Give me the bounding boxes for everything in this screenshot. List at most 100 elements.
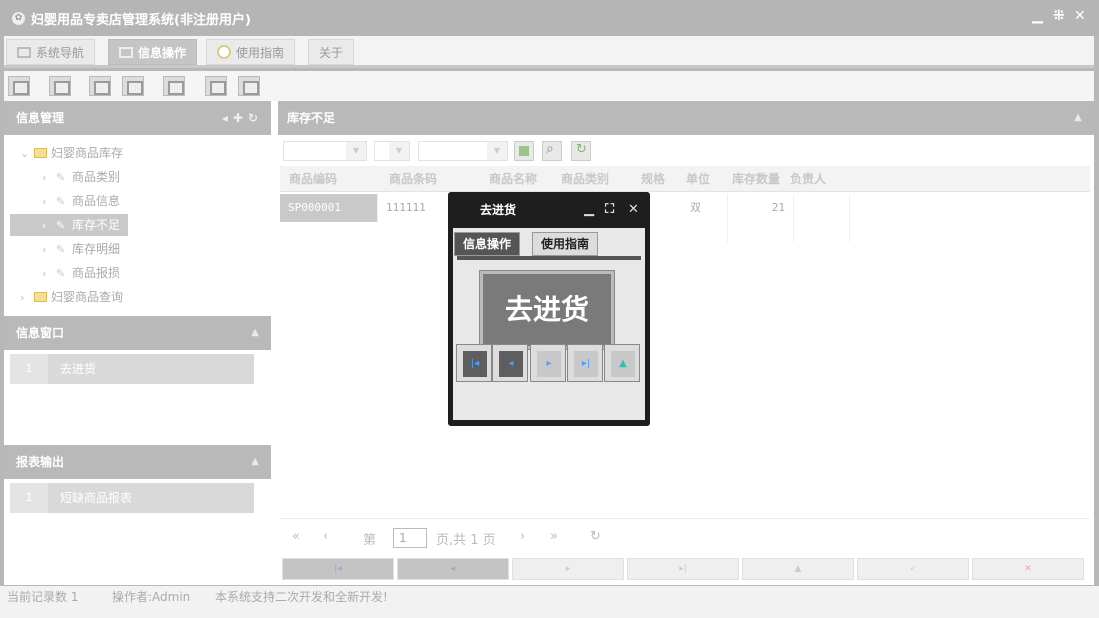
collapse-icon[interactable]: ▲ <box>1074 101 1082 135</box>
dialog-first-button[interactable]: |◂ <box>456 344 492 382</box>
tree-node-stock[interactable]: ⌄ 妇婴商品库存 <box>20 142 123 164</box>
tree-node-damage[interactable]: › ✎ 商品报损 <box>42 262 120 284</box>
cell-code: SP000001 <box>280 194 378 222</box>
tree-node-stock-detail[interactable]: › ✎ 库存明细 <box>42 238 120 260</box>
info-tree: ⌄ 妇婴商品库存 › ✎ 商品类别 › ✎ 商品信息 › ✎ 库存不足 › ✎ 库存明细 › ✎ 商品… <box>4 136 271 316</box>
chevron-right-icon: › <box>42 171 47 184</box>
pager: « ‹ 第 1 页,共 1 页 › » ↻ <box>280 518 1090 556</box>
report-panel-body: 1 短缺商品报表 <box>4 479 271 583</box>
apply-filter-icon[interactable] <box>514 141 534 161</box>
list-item-shortage-report[interactable]: 1 短缺商品报表 <box>10 483 254 513</box>
leaf-icon: ✎ <box>56 243 66 256</box>
chevron-right-icon: › <box>20 291 25 304</box>
refresh-icon[interactable]: ↻ <box>590 529 601 544</box>
main-tabbar: 系统导航 信息操作 使用指南 关于 <box>4 36 1094 68</box>
chevron-right-icon: › <box>42 219 47 232</box>
tree-node-low-stock[interactable]: › ✎ 库存不足 <box>10 214 129 236</box>
column-header[interactable]: 商品名称 <box>489 166 537 192</box>
filter-operator-select[interactable]: ▼ <box>374 141 410 161</box>
last-record-button[interactable]: ▸| <box>627 558 739 580</box>
first-icon: |◂ <box>463 351 487 377</box>
dialog-prev-button[interactable]: ◂ <box>492 344 528 382</box>
filter-value-select[interactable]: ▼ <box>418 141 508 161</box>
column-header[interactable]: 商品编码 <box>289 166 337 192</box>
chevron-down-icon: ▼ <box>487 142 507 160</box>
first-record-button[interactable]: |◂ <box>282 558 394 580</box>
dialog-up-button[interactable]: ▲ <box>604 344 640 382</box>
chevron-down-icon: ⌄ <box>20 147 30 160</box>
tree-node-product-info[interactable]: › ✎ 商品信息 <box>42 190 120 212</box>
print-tool-icon[interactable] <box>238 76 260 96</box>
prev-page-icon[interactable]: ‹ <box>323 529 328 544</box>
up-icon: ▲ <box>611 351 635 377</box>
leaf-icon: ✎ <box>56 219 66 232</box>
grid-panel-header: 库存不足 ▲ <box>278 101 1094 135</box>
window-title: 妇婴用品专卖店管理系统(非注册用户) <box>31 13 251 28</box>
tab-user-guide[interactable]: 使用指南 <box>206 39 296 65</box>
chevron-right-icon: › <box>42 267 47 280</box>
next-page-icon[interactable]: › <box>520 529 525 544</box>
window-tool-icon[interactable] <box>163 76 185 96</box>
app-logo-icon: ✿ <box>12 12 25 25</box>
close-icon[interactable]: ✕ <box>1074 8 1086 24</box>
cancel-button[interactable]: ✕ <box>972 558 1084 580</box>
up-button[interactable]: ▲ <box>742 558 854 580</box>
next-icon: ▸ <box>537 351 561 377</box>
chevron-right-icon: › <box>42 243 47 256</box>
record-navbar: |◂ ◂ ▸ ▸| ▲ ✓ ✕ <box>282 558 1088 580</box>
folder-icon <box>34 292 47 302</box>
maximize-icon[interactable]: ⛶ <box>605 192 614 228</box>
window-panel-header: 信息窗口 ▲ <box>4 316 271 350</box>
users-tool-icon[interactable] <box>122 76 144 96</box>
column-header[interactable]: 负责人 <box>790 166 826 192</box>
minimize-icon[interactable]: ▁ <box>1032 8 1043 24</box>
cell-owner <box>794 194 850 242</box>
search-tool-icon[interactable] <box>8 76 30 96</box>
dialog-tab-info-ops[interactable]: 信息操作 <box>454 232 521 256</box>
minimize-icon[interactable]: ▁ <box>584 192 594 228</box>
cell-qty: 21 <box>728 194 794 242</box>
help-icon <box>217 45 231 59</box>
close-icon[interactable]: ✕ <box>628 192 639 228</box>
folder-icon <box>34 148 47 158</box>
search-icon[interactable] <box>542 141 562 161</box>
column-header[interactable]: 规格 <box>641 166 665 192</box>
filter-field-select[interactable]: ▼ <box>283 141 367 161</box>
prev-record-button[interactable]: ◂ <box>397 558 509 580</box>
collapse-icon[interactable]: ▲ <box>251 445 259 479</box>
refresh-icon[interactable] <box>571 141 591 161</box>
document-tool-icon[interactable] <box>89 76 111 96</box>
tab-about[interactable]: 关于 <box>308 39 355 65</box>
tab-info-ops[interactable]: 信息操作 <box>108 39 198 65</box>
dialog-next-button[interactable]: ▸ <box>530 344 566 382</box>
next-record-button[interactable]: ▸ <box>512 558 624 580</box>
tree-node-category[interactable]: › ✎ 商品类别 <box>42 166 120 188</box>
column-header[interactable]: 单位 <box>686 166 710 192</box>
info-panel-tools[interactable]: ◂✚↻ <box>222 101 263 135</box>
restock-button[interactable]: 去进货 <box>479 270 615 350</box>
info-panel-header: 信息管理 ◂✚↻ <box>4 101 271 135</box>
chevron-right-icon: › <box>42 195 47 208</box>
confirm-button[interactable]: ✓ <box>857 558 969 580</box>
collapse-icon[interactable]: ▲ <box>251 316 259 350</box>
chevron-down-icon: ▼ <box>346 142 366 160</box>
restore-icon[interactable]: ⁜ <box>1053 8 1065 24</box>
page-number-input[interactable]: 1 <box>393 528 427 548</box>
tab-system-nav[interactable]: 系统导航 <box>6 39 96 65</box>
column-header[interactable]: 商品条码 <box>389 166 437 192</box>
list-item-restock[interactable]: 1 去进货 <box>10 354 254 384</box>
dialog-last-button[interactable]: ▸| <box>567 344 603 382</box>
column-header[interactable]: 库存数量 <box>732 166 780 192</box>
last-icon: ▸| <box>574 351 598 377</box>
last-page-icon[interactable]: » <box>550 529 558 544</box>
first-page-icon[interactable]: « <box>292 529 300 544</box>
tree-node-query[interactable]: › 妇婴商品查询 <box>20 286 123 308</box>
leaf-icon: ✎ <box>56 171 66 184</box>
chevron-down-icon: ▼ <box>389 142 409 160</box>
list-tool-icon[interactable] <box>49 76 71 96</box>
dialog-title: 去进货 <box>480 203 517 217</box>
column-header[interactable]: 商品类别 <box>561 166 609 192</box>
dialog-tab-guide[interactable]: 使用指南 <box>532 232 599 256</box>
form-tool-icon[interactable] <box>205 76 227 96</box>
table-row[interactable]: SP000001 111111 双 21 <box>280 194 1090 242</box>
